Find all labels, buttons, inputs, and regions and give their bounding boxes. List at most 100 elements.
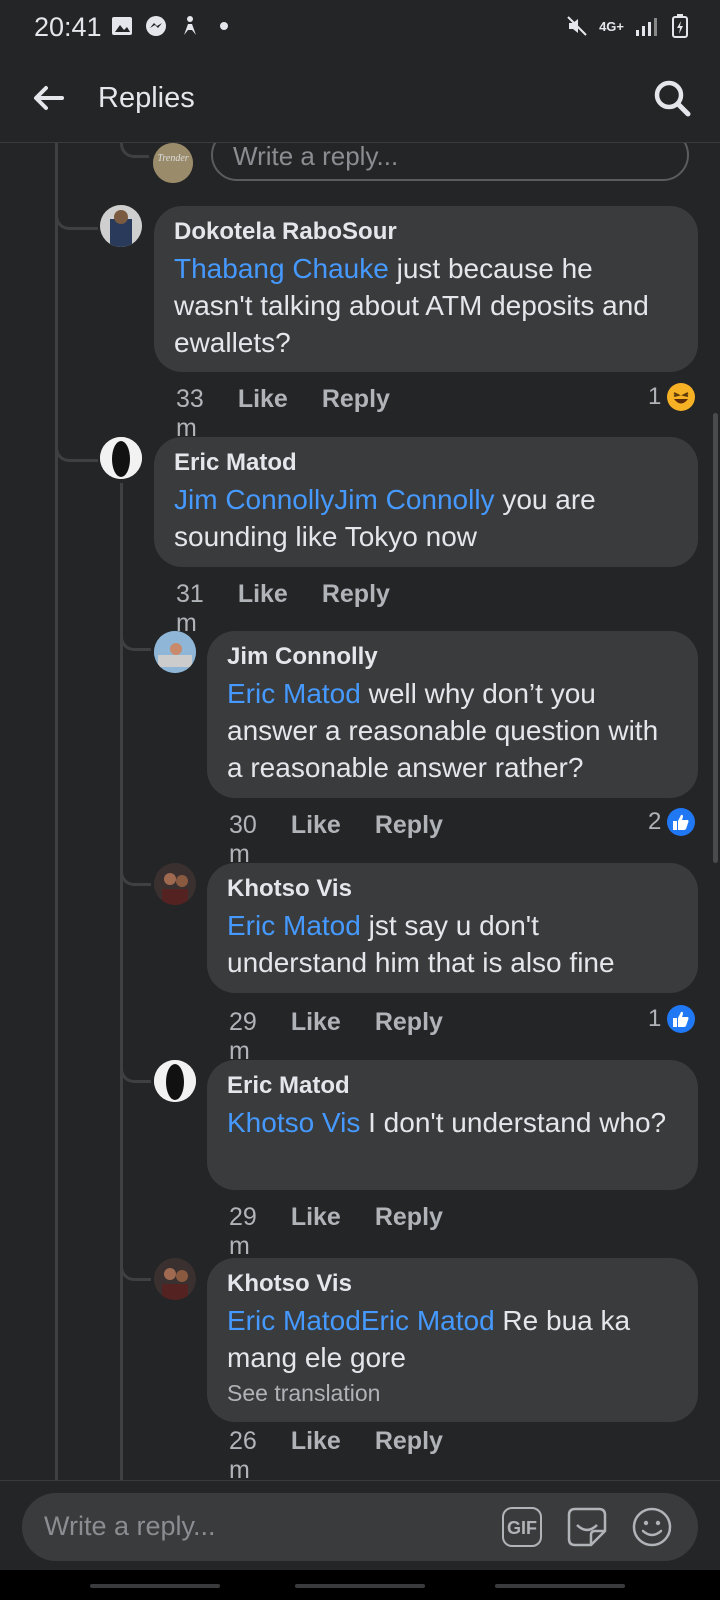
thread-connector: [55, 403, 98, 462]
status-bar: 20:41 4G+: [0, 0, 720, 52]
messenger-icon: [144, 14, 168, 38]
search-icon[interactable]: [652, 78, 692, 118]
comment-time: 29 m: [229, 1008, 257, 1065]
mention-link[interactable]: Khotso Vis: [227, 1107, 360, 1138]
thread-connector: [55, 173, 98, 230]
comment-body: I don't understand who?: [360, 1107, 667, 1138]
haha-reaction-icon: [667, 383, 696, 411]
avatar[interactable]: [154, 631, 196, 673]
gallery-icon: [110, 14, 134, 38]
comment-author[interactable]: Jim Connolly: [227, 643, 678, 671]
mention-link[interactable]: Eric Matod: [227, 910, 361, 941]
reply-button[interactable]: Reply: [375, 1427, 443, 1480]
like-button[interactable]: Like: [238, 580, 288, 638]
inline-reply-input[interactable]: Write a reply...: [211, 143, 689, 181]
avatar[interactable]: [100, 205, 142, 247]
comment-author[interactable]: Khotso Vis: [227, 1270, 678, 1298]
page-title: Replies: [98, 82, 195, 114]
comment-time: 31 m: [176, 580, 204, 637]
thread-line: [55, 143, 58, 1480]
notification-icons: [110, 14, 236, 38]
signal-icon: [634, 14, 658, 38]
reply-button[interactable]: Reply: [322, 385, 390, 443]
comment-time: 33 m: [176, 385, 204, 442]
comment-text: Jim ConnollyJim Connolly you are soundin…: [174, 481, 678, 555]
comment-actions: 33 m Like Reply: [176, 385, 390, 443]
reply-input-placeholder: Write a reply...: [44, 1511, 216, 1541]
thread-connector: [120, 143, 149, 158]
thread-connector: [120, 1228, 151, 1281]
like-button[interactable]: Like: [291, 1203, 341, 1261]
comment-author[interactable]: Khotso Vis: [227, 875, 678, 903]
accessibility-icon: [178, 14, 202, 38]
avatar[interactable]: [154, 1060, 196, 1102]
comment-bubble[interactable]: Khotso Vis Eric MatodEric Matod Re bua k…: [207, 1258, 698, 1422]
comment-text: Eric Matod well why don’t you answer a r…: [227, 675, 678, 786]
mention-link[interactable]: Eric Matod: [227, 678, 361, 709]
like-reaction-icon: [667, 808, 696, 836]
reaction-count: 2: [648, 808, 662, 835]
comment-text: Thabang Chauke just because he wasn't ta…: [174, 250, 678, 361]
emoji-icon[interactable]: [630, 1505, 674, 1549]
like-reaction-icon: [667, 1005, 696, 1033]
comment-bubble[interactable]: Eric Matod Jim ConnollyJim Connolly you …: [154, 437, 698, 567]
avatar: Trender: [153, 143, 193, 183]
comment-author[interactable]: Dokotela RaboSour: [174, 218, 678, 246]
comment-bubble[interactable]: Khotso Vis Eric Matod jst say u don't un…: [207, 863, 698, 993]
reply-button[interactable]: Reply: [375, 1008, 443, 1066]
reply-composer: Write a reply... GIF: [0, 1480, 720, 1571]
thread-connector: [120, 1030, 151, 1083]
thread-connector: [120, 833, 151, 886]
battery-icon: [668, 14, 692, 38]
mention-link[interactable]: Jim ConnollyJim Connolly: [174, 484, 495, 515]
status-time: 20:41: [34, 12, 102, 42]
replies-thread[interactable]: Trender Write a reply... Dokotela RaboSo…: [0, 143, 720, 1480]
nav-recent-apps[interactable]: [90, 1584, 220, 1588]
reply-button[interactable]: Reply: [375, 1203, 443, 1261]
comment-bubble[interactable]: Dokotela RaboSour Thabang Chauke just be…: [154, 206, 698, 372]
comment-text: Eric Matod jst say u don't understand hi…: [227, 907, 678, 981]
system-navigation-bar: [0, 1570, 720, 1600]
comment-actions: 29 m Like Reply: [229, 1203, 443, 1261]
avatar[interactable]: [100, 437, 142, 479]
like-button[interactable]: Like: [291, 1008, 341, 1066]
comment-actions: 29 m Like Reply: [229, 1008, 443, 1066]
comment-text: Eric MatodEric Matod Re bua ka mang ele …: [227, 1302, 678, 1376]
sticker-icon[interactable]: [565, 1505, 609, 1549]
comment-actions: 30 m Like Reply: [229, 811, 443, 869]
comment-author[interactable]: Eric Matod: [227, 1072, 678, 1100]
reaction-summary[interactable]: 1: [648, 383, 696, 411]
mention-link[interactable]: Thabang Chauke: [174, 253, 389, 284]
app-header: Replies: [0, 52, 720, 143]
reply-button[interactable]: Reply: [322, 580, 390, 638]
dot-icon: [212, 14, 236, 38]
reply-button[interactable]: Reply: [375, 811, 443, 869]
like-button[interactable]: Like: [238, 385, 288, 443]
avatar[interactable]: [154, 1258, 196, 1300]
reaction-count: 1: [648, 1005, 662, 1032]
mention-link[interactable]: Eric MatodEric Matod: [227, 1305, 495, 1336]
scrollbar[interactable]: [713, 413, 718, 863]
avatar-text: Trender: [157, 153, 188, 164]
reaction-count: 1: [648, 383, 662, 410]
nav-back[interactable]: [495, 1584, 625, 1588]
like-button[interactable]: Like: [291, 811, 341, 869]
reply-input-field[interactable]: Write a reply... GIF: [22, 1493, 698, 1561]
comment-bubble[interactable]: Jim Connolly Eric Matod well why don’t y…: [207, 631, 698, 798]
system-icons: 4G+: [565, 14, 692, 38]
network-label: 4G+: [599, 18, 624, 34]
reaction-summary[interactable]: 1: [648, 1005, 696, 1033]
thread-connector: [120, 598, 151, 651]
gif-button[interactable]: GIF: [502, 1507, 542, 1547]
avatar[interactable]: [154, 863, 196, 905]
comment-time: 30 m: [229, 811, 257, 868]
nav-home[interactable]: [295, 1584, 425, 1588]
comment-time: 26 m: [229, 1427, 257, 1480]
see-translation-link[interactable]: See translation: [227, 1380, 678, 1407]
like-button[interactable]: Like: [291, 1427, 341, 1480]
back-arrow-icon[interactable]: [30, 80, 66, 116]
comment-bubble[interactable]: Eric Matod Khotso Vis I don't understand…: [207, 1060, 698, 1190]
comment-actions: 26 m Like Reply: [229, 1427, 443, 1480]
reaction-summary[interactable]: 2: [648, 808, 696, 836]
comment-author[interactable]: Eric Matod: [174, 449, 678, 477]
